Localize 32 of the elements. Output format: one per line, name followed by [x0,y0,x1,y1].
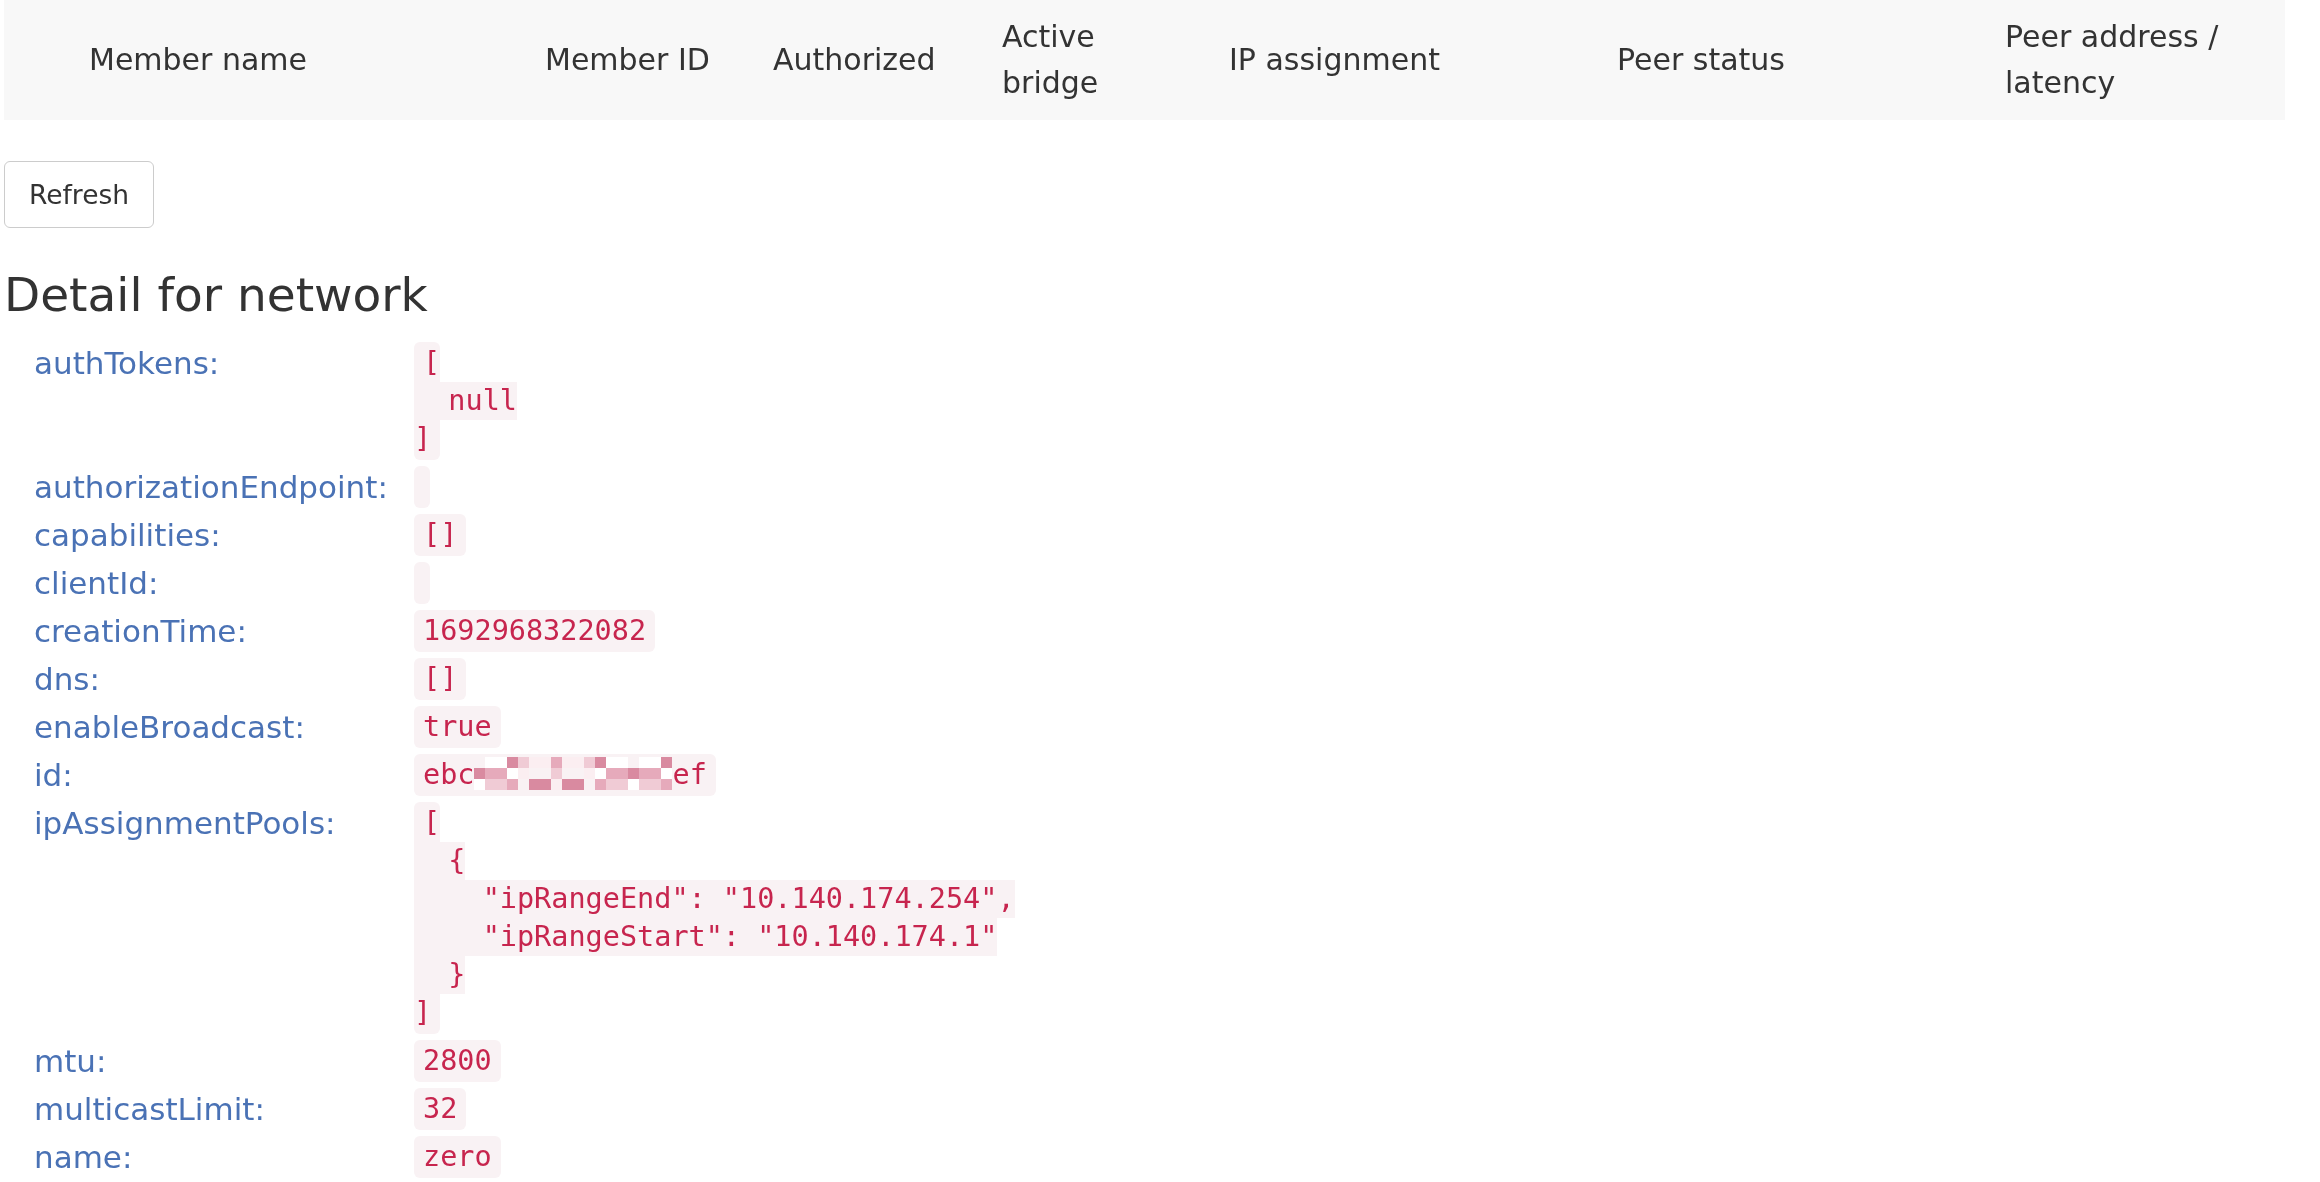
property-value: 1692968322082 [414,610,656,652]
property-value: [ null ] [414,342,517,460]
column-header: Peer address / latency [2005,19,2219,100]
property-value: ebc [423,758,475,791]
property-key: name: [34,1139,133,1175]
column-header: Active bridge [1002,19,1099,100]
property-value: ef [672,758,707,791]
property-value: 2800 [414,1040,501,1082]
column-header: Member name [89,42,307,77]
column-header: Member ID [545,42,710,77]
column-header: Peer status [1617,42,1785,77]
property-key: authTokens: [34,345,220,381]
property-value: [ { "ipRangeEnd": "10.140.174.254", "ipRangeStart": "10.140.174.1" } ] [414,802,1015,1034]
property-key: mtu: [34,1043,107,1079]
property-key: ipAssignmentPools: [34,805,336,841]
property-value: true [414,706,501,748]
property-value: zero [414,1136,501,1178]
refresh-button[interactable]: Refresh [4,161,155,228]
property-key: clientId: [34,565,159,601]
column-header: IP assignment [1229,42,1440,77]
property-key: capabilities: [34,517,221,553]
section-heading: Detail for network [4,269,428,321]
property-key: authorizationEndpoint: [34,469,388,505]
property-key: creationTime: [34,613,247,649]
property-key: enableBroadcast: [34,709,305,745]
column-header: Authorized [773,42,936,77]
property-value: [] [414,514,467,556]
property-key: id: [34,757,73,793]
property-key: dns: [34,661,100,697]
property-value: [] [414,658,467,700]
property-key: multicastLimit: [34,1091,265,1127]
property-value: 32 [414,1088,467,1130]
